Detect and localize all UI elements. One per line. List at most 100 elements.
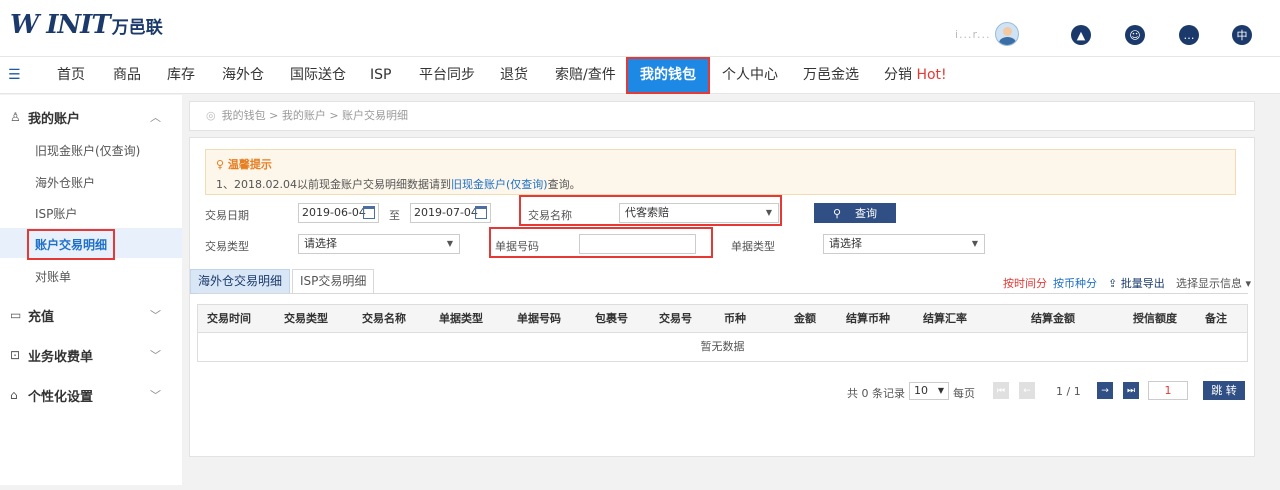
tab-isp-details[interactable]: ISP交易明细: [292, 269, 375, 294]
doc-no-label: 单据号码: [495, 240, 539, 253]
nav-item-platform-sync[interactable]: 平台同步: [419, 57, 475, 94]
group-by-currency-link[interactable]: 按币种分: [1053, 275, 1097, 291]
chevron-down-icon[interactable]: ﹀: [150, 347, 161, 363]
date-from-input[interactable]: 2019-06-04: [298, 203, 379, 223]
sidebar-item-old-cash-account[interactable]: 旧现金账户(仅查询): [35, 142, 140, 159]
transactions-table: 交易时间 交易类型 交易名称 单据类型 单据号码 包裹号 交易号 币种 金额 结…: [197, 304, 1248, 362]
username: i...r...: [955, 27, 991, 41]
sidebar-group-label: 业务收费单: [28, 349, 94, 365]
sidebar-item-statement[interactable]: 对账单: [35, 268, 71, 285]
tip-line-prefix: 1、2018.02.04以前现金账户交易明细数据请到: [216, 178, 451, 191]
go-to-page-button[interactable]: 跳 转: [1203, 381, 1245, 400]
last-page-button[interactable]: ⏭: [1123, 382, 1139, 399]
nav-item-intl-delivery[interactable]: 国际送仓: [290, 57, 346, 94]
sidebar-group-personal-settings[interactable]: ⌂ 个性化设置 ﹀: [0, 383, 182, 407]
trade-name-value: 代客索赔: [625, 206, 669, 219]
column-header: 交易名称: [362, 312, 406, 325]
user-area[interactable]: i...r...: [955, 22, 1019, 46]
caret-down-icon: ▼: [765, 208, 772, 217]
group-by-time-link[interactable]: 按时间分: [1003, 275, 1047, 291]
menu-toggle-icon[interactable]: ☰: [8, 67, 21, 83]
sidebar-group-label: 我的账户: [28, 111, 81, 127]
prev-page-button[interactable]: ←: [1019, 382, 1035, 399]
upload-icon[interactable]: ▲: [1071, 25, 1091, 45]
column-header: 金额: [794, 312, 816, 325]
column-header: 交易号: [659, 312, 692, 325]
nav-item-wanyi-select[interactable]: 万邑金选: [803, 57, 859, 94]
logo-mark: W INIT: [10, 10, 111, 40]
trade-name-select[interactable]: 代客索赔 ▼: [619, 203, 779, 223]
caret-down-icon: ▼: [971, 239, 978, 248]
query-button[interactable]: ⚲ 查询: [814, 203, 896, 223]
doc-no-input[interactable]: [579, 234, 696, 254]
breadcrumb-text[interactable]: 我的钱包 > 我的账户 > 账户交易明细: [222, 109, 408, 122]
nav-item-returns[interactable]: 退货: [500, 57, 528, 94]
doc-type-select[interactable]: 请选择 ▼: [823, 234, 985, 254]
column-header: 结算汇率: [923, 312, 967, 325]
nav-item-overseas-warehouse[interactable]: 海外仓: [222, 57, 264, 94]
choose-display-info-dropdown[interactable]: 选择显示信息 ▾: [1176, 275, 1251, 291]
sidebar-item-isp-account[interactable]: ISP账户: [35, 205, 77, 222]
tip-box: ♀ 温馨提示 1、2018.02.04以前现金账户交易明细数据请到旧现金账户(仅…: [205, 149, 1236, 195]
breadcrumb: ◎ 我的钱包 > 我的账户 > 账户交易明细: [189, 101, 1255, 131]
logo[interactable]: W INIT 万邑联: [10, 10, 163, 40]
caret-down-icon: ▼: [937, 386, 944, 395]
next-page-button[interactable]: →: [1097, 382, 1113, 399]
tip-title-text: 温馨提示: [227, 158, 272, 171]
user-icon: ♙: [10, 110, 21, 124]
date-to-input[interactable]: 2019-07-04: [410, 203, 491, 223]
avatar[interactable]: [994, 22, 1019, 46]
total-records: 共 0 条记录: [847, 387, 905, 400]
date-separator: 至: [389, 209, 400, 222]
column-header: 结算币种: [846, 312, 890, 325]
sidebar: ♙ 我的账户 ︿ 旧现金账户(仅查询) 海外仓账户 ISP账户 账户交易明细 对…: [0, 95, 182, 485]
per-page-select[interactable]: 10 ▼: [909, 382, 949, 400]
trade-type-select[interactable]: 请选择 ▼: [298, 234, 460, 254]
tip-title: ♀ 温馨提示: [216, 156, 1225, 172]
chevron-down-icon[interactable]: ﹀: [150, 307, 161, 323]
per-page-suffix: 每页: [953, 387, 975, 400]
doc-type-value: 请选择: [829, 237, 862, 250]
calendar-icon[interactable]: [363, 206, 375, 219]
logo-text: 万邑联: [111, 17, 163, 38]
sidebar-item-transaction-details[interactable]: 账户交易明细: [27, 229, 116, 260]
column-header: 交易时间: [207, 312, 251, 325]
doc-type-label: 单据类型: [731, 240, 775, 253]
message-icon[interactable]: …: [1179, 25, 1199, 45]
calendar-icon[interactable]: [475, 206, 487, 219]
column-header: 备注: [1205, 312, 1227, 325]
tab-divider: [197, 293, 1248, 294]
nav-item-isp[interactable]: ISP: [370, 57, 391, 94]
nav-item-inventory[interactable]: 库存: [167, 57, 195, 94]
top-header: W INIT 万邑联 i...r... ▲ ☺ … 中: [0, 0, 1280, 56]
sidebar-group-my-account[interactable]: ♙ 我的账户 ︿: [0, 105, 182, 129]
sidebar-group-business-bills[interactable]: ⊡ 业务收费单 ﹀: [0, 343, 182, 367]
tab-overseas-details[interactable]: 海外仓交易明细: [190, 269, 291, 294]
column-header: 结算金额: [1031, 312, 1075, 325]
batch-export-button[interactable]: ⇪ 批量导出: [1108, 275, 1165, 291]
nav-item-distribution[interactable]: 分销 Hot!: [884, 57, 947, 94]
support-icon[interactable]: ☺: [1125, 25, 1145, 45]
sidebar-group-recharge[interactable]: ▭ 充值 ﹀: [0, 303, 182, 327]
main-panel: ♀ 温馨提示 1、2018.02.04以前现金账户交易明细数据请到旧现金账户(仅…: [189, 137, 1255, 457]
caret-down-icon: ▾: [1245, 277, 1252, 290]
nav-item-personal-center[interactable]: 个人中心: [722, 57, 778, 94]
page-number-input[interactable]: 1: [1148, 381, 1188, 400]
settings-icon: ⌂: [10, 388, 18, 402]
nav-item-claims[interactable]: 索赔/查件: [555, 57, 616, 94]
first-page-button[interactable]: ⏮: [993, 382, 1009, 399]
sidebar-item-overseas-account[interactable]: 海外仓账户: [35, 174, 95, 191]
chevron-up-icon[interactable]: ︿: [150, 109, 161, 125]
nav-item-my-wallet[interactable]: 我的钱包: [626, 57, 710, 94]
nav-item-products[interactable]: 商品: [113, 57, 141, 94]
chevron-down-icon[interactable]: ﹀: [150, 387, 161, 403]
main-nav: ☰ 首页 商品 库存 海外仓 国际送仓 ISP 平台同步 退货 索赔/查件 我的…: [0, 56, 1280, 94]
column-header: 授信额度: [1133, 312, 1177, 325]
column-header: 币种: [724, 312, 746, 325]
language-icon[interactable]: 中: [1232, 25, 1252, 45]
nav-item-home[interactable]: 首页: [57, 57, 85, 94]
sidebar-group-label: 个性化设置: [28, 389, 94, 405]
old-cash-account-link[interactable]: 旧现金账户(仅查询): [451, 178, 548, 191]
lightbulb-icon: ♀: [216, 158, 225, 171]
query-button-label: 查询: [855, 207, 878, 220]
